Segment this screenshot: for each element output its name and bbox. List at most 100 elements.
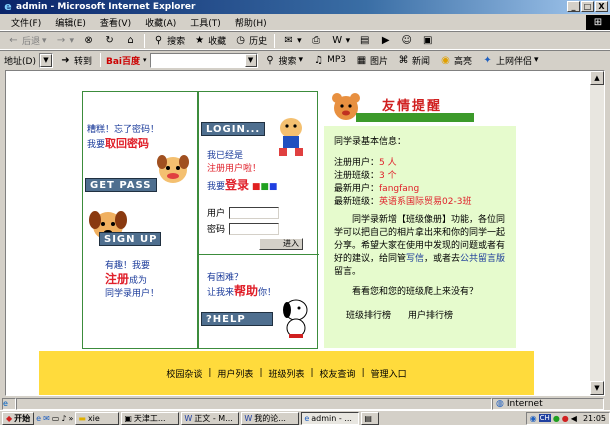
tray-ch-icon[interactable]: CH: [538, 414, 551, 422]
toolbar-separator: [274, 33, 276, 48]
chevron-down-icon[interactable]: ▾: [143, 56, 147, 64]
footer-link-classes[interactable]: 班级列表: [268, 367, 304, 380]
notice-text-3: 留言。: [334, 267, 362, 277]
registered-classes-value: 3 个: [379, 171, 397, 181]
image-icon: ▦: [356, 54, 367, 66]
quicklaunch-ie-icon[interactable]: e: [36, 414, 41, 423]
menu-favorites[interactable]: 收藏(A): [138, 16, 183, 29]
task-tianjin[interactable]: ▣ 天津工...: [121, 411, 180, 425]
window-title-bar[interactable]: e admin - Microsoft Internet Explorer _ …: [0, 0, 610, 14]
mail-icon: ✉: [284, 35, 293, 46]
history-button[interactable]: ◷ 历史: [231, 32, 270, 49]
mp3-button[interactable]: ♫ MP3: [309, 52, 349, 69]
forward-arrow-icon: →: [56, 35, 66, 46]
footer-link-alumni[interactable]: 校友查询: [320, 367, 356, 380]
baidu-search-input[interactable]: ▼: [149, 52, 258, 68]
maximize-button[interactable]: □: [581, 1, 594, 12]
refresh-button[interactable]: ↻: [100, 32, 119, 49]
close-button[interactable]: X: [595, 1, 608, 12]
registered-users-label: 注册用户：: [334, 158, 380, 168]
menu-edit[interactable]: 编辑(E): [48, 16, 93, 29]
tray-app-icon[interactable]: ◉: [530, 414, 537, 423]
quicklaunch-more-icon[interactable]: »: [68, 414, 73, 423]
back-button[interactable]: ← 后退 ▾: [4, 32, 50, 49]
mail-button[interactable]: ✉ ▾: [279, 32, 305, 49]
forward-button[interactable]: → ▾: [52, 32, 78, 49]
quicklaunch-media-icon[interactable]: ♪: [61, 414, 66, 423]
zone-label: Internet: [506, 398, 543, 409]
password-input[interactable]: [229, 222, 280, 235]
task-document[interactable]: W 正文 - M...: [181, 411, 240, 425]
task-misc[interactable]: ▤: [361, 411, 380, 425]
address-dropdown[interactable]: ▼: [38, 52, 53, 68]
history-icon: ◷: [236, 35, 245, 46]
scroll-down-button[interactable]: ▼: [590, 381, 604, 395]
scroll-up-button[interactable]: ▲: [590, 71, 604, 85]
task-admin-ie[interactable]: e admin - ...: [301, 411, 360, 425]
menu-help[interactable]: 帮助(H): [228, 16, 274, 29]
register-link[interactable]: 注册: [105, 272, 129, 286]
word-icon: W: [244, 413, 253, 423]
footer-link-admin[interactable]: 管理入口: [371, 367, 407, 380]
search-icon: ⚲: [266, 54, 274, 66]
stop-button[interactable]: ⊗: [79, 32, 98, 49]
latest-user-value[interactable]: fangfang: [379, 184, 419, 194]
footer-link-users[interactable]: 用户列表: [217, 367, 253, 380]
write-letter-link[interactable]: 写信: [406, 254, 424, 264]
login-link[interactable]: 登录: [225, 178, 249, 192]
task-xie[interactable]: ▬ xie: [75, 411, 120, 425]
menu-tools[interactable]: 工具(T): [183, 16, 228, 29]
window-icon: ▤: [364, 413, 372, 423]
retrieve-password-link[interactable]: 取回密码: [105, 137, 149, 150]
partner-button[interactable]: ✦ 上网伴侣 ▾: [478, 52, 542, 69]
tray-network-icon[interactable]: ●: [553, 414, 560, 423]
footer-separator: |: [310, 368, 314, 378]
discuss-button[interactable]: ▤: [355, 32, 374, 49]
latest-class-value[interactable]: 英语系国际贸易02-3班: [379, 197, 471, 207]
user-rank-link[interactable]: 用户排行榜: [408, 310, 453, 323]
latest-user-label: 最新用户：: [334, 184, 380, 194]
info-section-title: 同学录基本信息：: [334, 137, 407, 147]
enter-button[interactable]: 进入: [259, 238, 303, 250]
vertical-scrollbar[interactable]: ▲ ▼: [590, 71, 604, 395]
username-input[interactable]: [229, 206, 280, 219]
media-button[interactable]: ▶: [376, 32, 395, 49]
goto-button[interactable]: ➜ 转到: [56, 52, 95, 69]
signup-block: 有趣！我要 注册成为 同学录用户！: [105, 260, 197, 301]
menu-view[interactable]: 查看(V): [93, 16, 138, 29]
task-paper[interactable]: W 我的论...: [241, 411, 300, 425]
help-link[interactable]: 帮助: [234, 284, 258, 298]
home-button[interactable]: ⌂: [121, 32, 140, 49]
favorites-button[interactable]: ★ 收藏: [190, 32, 229, 49]
baidu-search-button[interactable]: ⚲ 搜索 ▾: [261, 52, 307, 69]
edit-word-button[interactable]: W ▾: [328, 32, 354, 49]
tray-antivirus-icon[interactable]: ●: [562, 414, 569, 423]
forgot-text: 糟糕！忘了密码！: [87, 125, 160, 135]
tray-clock[interactable]: 21:05: [583, 414, 606, 423]
partner-icon: ✦: [483, 54, 492, 66]
messenger-button[interactable]: ☺: [397, 32, 416, 49]
quicklaunch-desktop-icon[interactable]: ▭: [52, 414, 60, 423]
footer-link-campus[interactable]: 校园杂谈: [166, 367, 202, 380]
class-rank-link[interactable]: 班级排行榜: [346, 310, 391, 323]
search-button[interactable]: ⚲ 搜索: [149, 32, 188, 49]
password-row: 密码: [207, 222, 280, 235]
print-button[interactable]: ⎙: [307, 32, 326, 49]
highlight-button[interactable]: ◉ 高亮: [436, 52, 475, 69]
quicklaunch-outlook-icon[interactable]: ✉: [43, 414, 50, 423]
message-board-link[interactable]: 公共留言版: [460, 254, 505, 264]
images-button[interactable]: ▦ 图片: [352, 52, 391, 69]
start-button[interactable]: ◆ 开始: [2, 411, 35, 425]
word-icon: W: [332, 35, 343, 46]
news-button[interactable]: ⌘ 新闻: [394, 52, 433, 69]
info-header-title: 友情提醒: [382, 99, 443, 114]
tray-volume-icon[interactable]: ◀: [571, 414, 577, 423]
research-button[interactable]: ▣: [418, 32, 437, 49]
taskbar: ◆ 开始 e ✉ ▭ ♪ » ▬ xie ▣ 天津工... W 正文 - M... W我…: [0, 410, 610, 425]
research-icon: ▣: [422, 35, 433, 46]
dot-icon: ■: [268, 182, 278, 192]
minimize-button[interactable]: _: [567, 1, 580, 12]
stop-icon: ⊗: [84, 35, 93, 46]
toolbar-separator: [144, 33, 146, 48]
menu-file[interactable]: 文件(F): [4, 16, 48, 29]
